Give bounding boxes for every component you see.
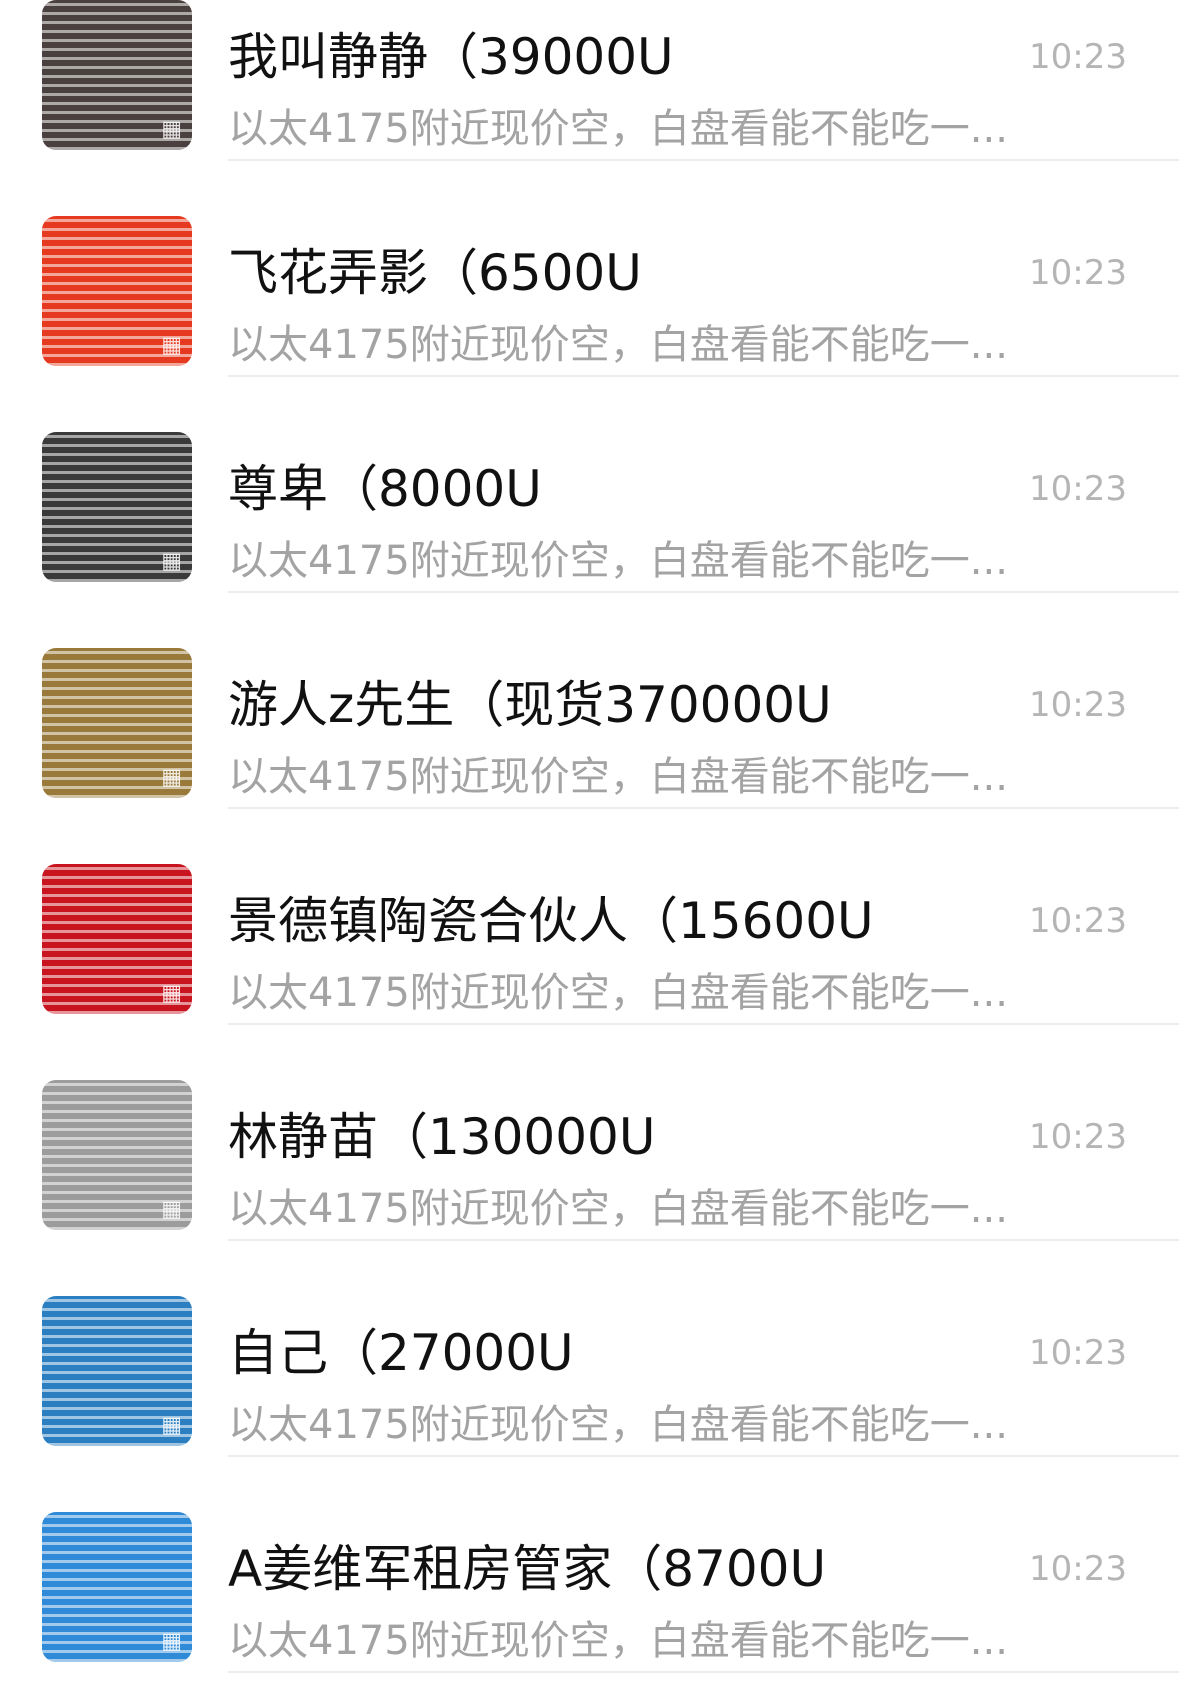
chat-preview: 以太4175附近现价空，白盘看能不能吃一...: [228, 1618, 1008, 1664]
chat-row[interactable]: ▦ 自己（27000U 10:23 以太4175附近现价空，白盘看能不能吃一..…: [0, 1241, 1179, 1457]
photo-icon: ▦: [161, 1197, 182, 1222]
avatar[interactable]: ▦: [42, 1080, 192, 1230]
avatar[interactable]: ▦: [42, 216, 192, 366]
chat-preview: 以太4175附近现价空，白盘看能不能吃一...: [228, 1402, 1008, 1448]
avatar[interactable]: ▦: [42, 648, 192, 798]
chat-row[interactable]: ▦ 我叫静静（39000U 10:23 以太4175附近现价空，白盘看能不能吃一…: [0, 0, 1179, 161]
chat-row[interactable]: ▦ 尊卑（8000U 10:23 以太4175附近现价空，白盘看能不能吃一...: [0, 377, 1179, 593]
photo-icon: ▦: [161, 981, 182, 1006]
chat-name: 我叫静静（39000U: [228, 28, 674, 86]
photo-icon: ▦: [161, 333, 182, 358]
chat-preview: 以太4175附近现价空，白盘看能不能吃一...: [228, 322, 1008, 368]
chat-preview: 以太4175附近现价空，白盘看能不能吃一...: [228, 754, 1008, 800]
chat-preview: 以太4175附近现价空，白盘看能不能吃一...: [228, 538, 1008, 584]
chat-preview: 以太4175附近现价空，白盘看能不能吃一...: [228, 1186, 1008, 1232]
photo-icon: ▦: [161, 549, 182, 574]
chat-preview: 以太4175附近现价空，白盘看能不能吃一...: [228, 106, 1008, 152]
chat-row[interactable]: ▦ A姜维军租房管家（8700U 10:23 以太4175附近现价空，白盘看能不…: [0, 1457, 1179, 1673]
chat-time: 10:23: [1029, 901, 1127, 941]
chat-list: ▦ 我叫静静（39000U 10:23 以太4175附近现价空，白盘看能不能吃一…: [0, 0, 1179, 1673]
photo-icon: ▦: [161, 1629, 182, 1654]
avatar[interactable]: ▦: [42, 1512, 192, 1662]
chat-name: 自己（27000U: [228, 1324, 574, 1382]
chat-time: 10:23: [1029, 1549, 1127, 1589]
avatar[interactable]: ▦: [42, 864, 192, 1014]
chat-name: 飞花弄影（6500U: [228, 244, 642, 302]
photo-icon: ▦: [161, 1413, 182, 1438]
avatar[interactable]: ▦: [42, 0, 192, 150]
avatar[interactable]: ▦: [42, 1296, 192, 1446]
chat-name: 景德镇陶瓷合伙人（15600U: [228, 892, 874, 950]
chat-time: 10:23: [1029, 469, 1127, 509]
chat-time: 10:23: [1029, 37, 1127, 77]
chat-name: 尊卑（8000U: [228, 460, 542, 518]
chat-name: 游人z先生（现货370000U: [228, 676, 832, 734]
chat-name: 林静苗（130000U: [228, 1108, 656, 1166]
chat-row[interactable]: ▦ 游人z先生（现货370000U 10:23 以太4175附近现价空，白盘看能…: [0, 593, 1179, 809]
divider: [228, 1671, 1179, 1673]
chat-time: 10:23: [1029, 685, 1127, 725]
chat-time: 10:23: [1029, 1333, 1127, 1373]
chat-row[interactable]: ▦ 林静苗（130000U 10:23 以太4175附近现价空，白盘看能不能吃一…: [0, 1025, 1179, 1241]
chat-name: A姜维军租房管家（8700U: [228, 1540, 827, 1598]
chat-preview: 以太4175附近现价空，白盘看能不能吃一...: [228, 970, 1008, 1016]
chat-time: 10:23: [1029, 1117, 1127, 1157]
chat-row[interactable]: ▦ 景德镇陶瓷合伙人（15600U 10:23 以太4175附近现价空，白盘看能…: [0, 809, 1179, 1025]
chat-time: 10:23: [1029, 253, 1127, 293]
avatar[interactable]: ▦: [42, 432, 192, 582]
photo-icon: ▦: [161, 765, 182, 790]
chat-row[interactable]: ▦ 飞花弄影（6500U 10:23 以太4175附近现价空，白盘看能不能吃一.…: [0, 161, 1179, 377]
photo-icon: ▦: [161, 117, 182, 142]
